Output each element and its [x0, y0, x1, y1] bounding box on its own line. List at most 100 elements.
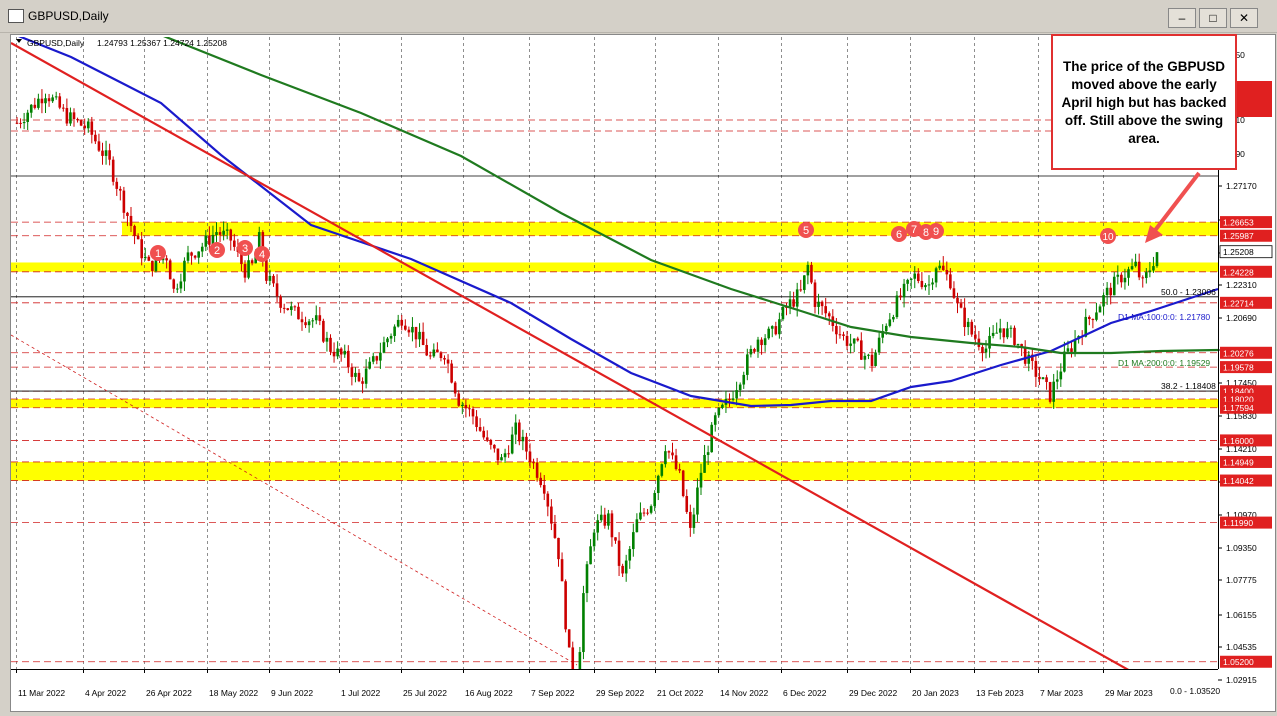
- candle-body: [1045, 377, 1048, 383]
- candle-body: [738, 384, 742, 391]
- candle-body: [845, 335, 849, 346]
- annotation-callout: The price of the GBPUSD moved above the …: [1051, 34, 1237, 170]
- candle-body: [742, 374, 746, 385]
- maximize-button[interactable]: □: [1199, 8, 1227, 28]
- candle-body: [689, 511, 692, 528]
- downtrend-line: [11, 42, 1129, 669]
- candle-body: [72, 112, 76, 120]
- candle-body: [1006, 328, 1009, 338]
- candle-body: [33, 104, 37, 108]
- candle-body: [1109, 287, 1112, 296]
- candle-body: [927, 284, 931, 286]
- candle-body: [225, 229, 229, 231]
- time-axis-label: 29 Sep 2022: [596, 688, 644, 698]
- candle-body: [681, 470, 685, 497]
- candle-body: [183, 260, 186, 282]
- candle-body: [795, 289, 799, 307]
- candle-body: [382, 342, 386, 353]
- candle-body: [329, 337, 332, 352]
- candle-body: [660, 464, 664, 476]
- candle-body: [592, 532, 596, 547]
- swing-marker-label: 8: [923, 227, 929, 239]
- candle-body: [995, 332, 998, 334]
- candle-body: [760, 339, 763, 346]
- candle-body: [1116, 274, 1120, 277]
- candle-body: [920, 280, 924, 288]
- candle-body: [425, 344, 428, 356]
- candle-body: [909, 278, 913, 280]
- time-axis-label: 6 Dec 2022: [783, 688, 827, 698]
- candle-body: [443, 358, 446, 360]
- swing-marker-2: 2: [209, 242, 225, 258]
- candle-body: [304, 322, 307, 326]
- candle-body: [347, 350, 350, 368]
- price-tag-label: 1.14042: [1223, 476, 1254, 486]
- candle-body: [204, 235, 208, 247]
- time-axis-label: 18 May 2022: [209, 688, 258, 698]
- price-tag-label: 1.20276: [1223, 348, 1254, 358]
- window-titlebar: GBPUSD,Daily – □ ✕: [0, 0, 1277, 33]
- minimize-button[interactable]: –: [1168, 8, 1196, 28]
- candle-body: [931, 282, 934, 285]
- candle-body: [350, 367, 354, 377]
- candle-body: [343, 350, 347, 355]
- candle-body: [860, 340, 863, 360]
- candle-body: [838, 334, 842, 336]
- candle-body: [90, 121, 94, 135]
- candle-body: [621, 565, 624, 574]
- candle-body: [917, 273, 920, 281]
- candle-body: [290, 306, 293, 310]
- candle-body: [1141, 277, 1145, 279]
- candle-body: [1134, 261, 1137, 267]
- close-button[interactable]: ✕: [1230, 8, 1258, 28]
- candle-body: [949, 274, 952, 289]
- candle-body: [396, 319, 400, 327]
- candle-body: [108, 150, 111, 160]
- candle-body: [76, 119, 79, 121]
- candle-body: [1112, 276, 1116, 296]
- candle-body: [610, 513, 614, 538]
- time-axis-label: 9 Jun 2022: [271, 688, 313, 698]
- candle-body: [119, 188, 122, 191]
- price-axis-label: 1.09350: [1226, 543, 1257, 553]
- window-title: GBPUSD,Daily: [28, 9, 109, 23]
- time-axis-label: 29 Mar 2023: [1105, 688, 1153, 698]
- price-tag-label: 1.25208: [1223, 247, 1254, 257]
- candle-body: [746, 354, 749, 375]
- candle-body: [325, 337, 329, 342]
- candle-body: [1137, 261, 1141, 278]
- candle-body: [806, 264, 810, 276]
- candle-body: [503, 453, 507, 458]
- price-tag-label: 1.24228: [1223, 267, 1254, 277]
- candle-body: [824, 306, 827, 314]
- candle-body: [197, 251, 200, 258]
- candle-body: [322, 320, 325, 342]
- candle-body: [336, 348, 339, 357]
- candle-body: [129, 215, 133, 226]
- candle-body: [115, 181, 119, 189]
- candle-body: [706, 452, 710, 455]
- candle-body: [863, 355, 867, 360]
- swing-marker-1: 1: [150, 245, 166, 261]
- plot-group: 1 2 3 4 5 6 7 8 9 10: [11, 37, 1218, 669]
- chart-symbol-label: GBPUSD,Daily: [27, 38, 85, 48]
- indicator-label: D1 MA:200:0:0: 1.19529: [1118, 358, 1210, 368]
- candle-body: [464, 404, 468, 409]
- chart-window-icon: [8, 9, 24, 23]
- candle-body: [1048, 382, 1052, 402]
- candle-body: [974, 334, 977, 339]
- candle-body: [307, 321, 311, 326]
- candle-body: [250, 260, 254, 264]
- candle-body: [311, 320, 314, 322]
- candle-body: [888, 319, 892, 326]
- candle-body: [297, 306, 300, 320]
- swing-marker-9: 9: [928, 223, 944, 239]
- price-axis-label: 1.07775: [1226, 575, 1257, 585]
- candle-body: [222, 230, 225, 235]
- candle-body: [275, 283, 279, 297]
- candle-body: [179, 281, 183, 289]
- candle-body: [557, 537, 560, 560]
- candle-body: [453, 382, 457, 394]
- candle-body: [500, 457, 503, 461]
- candle-body: [421, 331, 425, 345]
